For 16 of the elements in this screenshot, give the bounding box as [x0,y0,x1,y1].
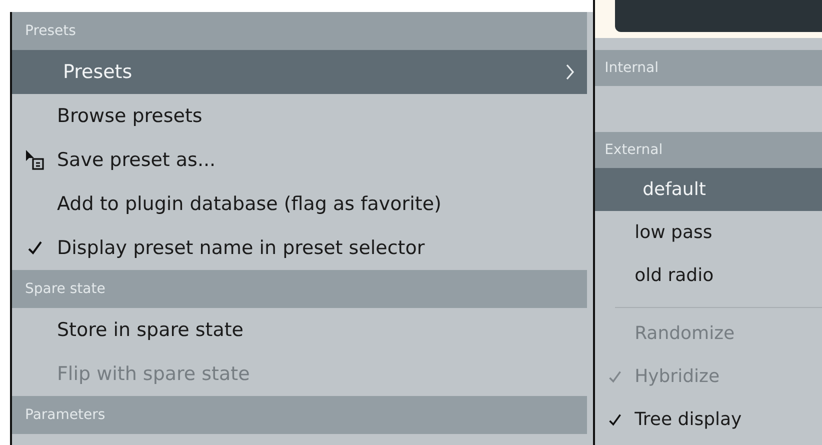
section-header: Spare state [12,270,587,308]
chevron-right-icon [564,63,575,81]
menu-item[interactable]: Display preset name in preset selector [12,226,587,270]
menu-item[interactable]: Presets [12,50,587,94]
menu-item[interactable]: old radio [594,254,822,297]
section-header: Internal [594,50,822,86]
section-header: Presets [12,12,587,50]
menu-item[interactable]: Save preset as... [12,138,587,182]
menu-item[interactable]: low pass [594,211,822,254]
section-header: Parameters [12,396,587,434]
menu-item[interactable]: Tree display [594,398,822,441]
menu-item[interactable]: default [594,168,822,211]
menu-item[interactable]: Browse presets [12,94,587,138]
menu-item[interactable]: Add to plugin database (flag as favorite) [12,182,587,226]
section-header: External [594,132,822,168]
menu-item[interactable]: Store in spare state [12,308,587,352]
